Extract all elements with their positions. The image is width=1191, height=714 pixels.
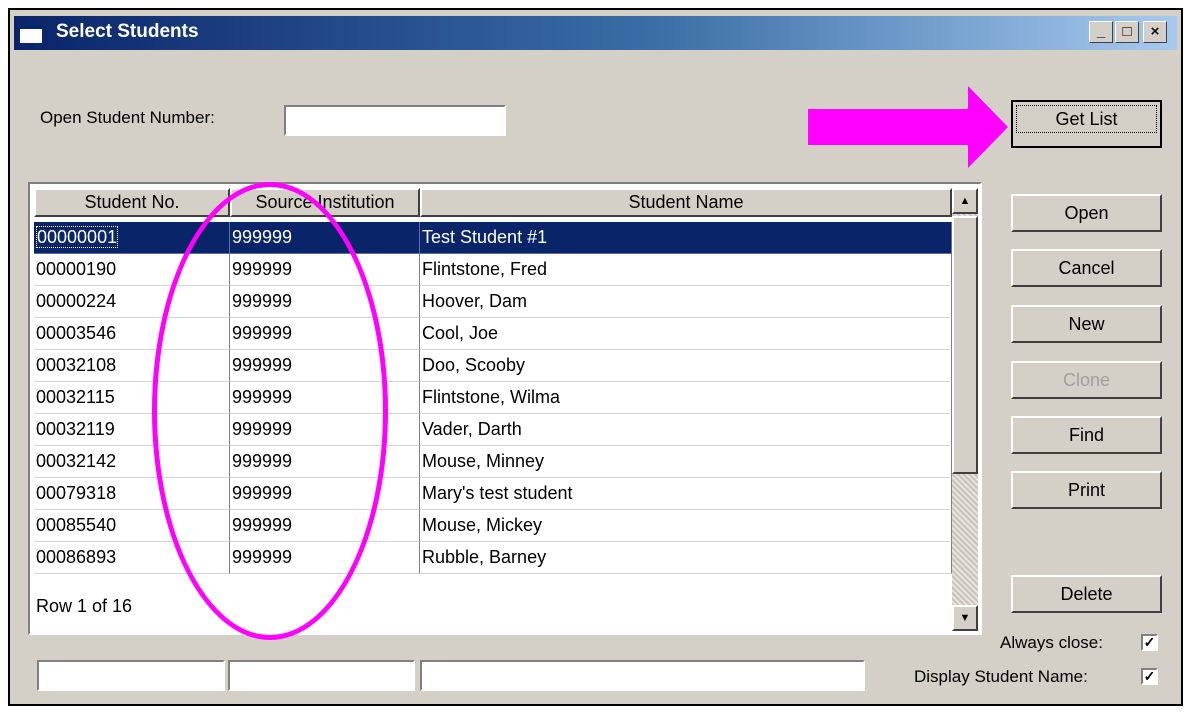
filter-student-no-input[interactable]	[37, 660, 225, 691]
student-name-cell: Flintstone, Wilma	[420, 382, 952, 414]
student-name-cell: Rubble, Barney	[420, 542, 952, 574]
new-button[interactable]: New	[1011, 305, 1162, 343]
display-student-name-checkbox[interactable]: ✓	[1141, 668, 1158, 685]
clone-button[interactable]: Clone	[1011, 361, 1162, 399]
cancel-button[interactable]: Cancel	[1011, 249, 1162, 287]
table-row[interactable]: 00000001 999999 Test Student #1	[34, 222, 952, 254]
student-name-cell: Flintstone, Fred	[420, 254, 952, 286]
open-student-number-input[interactable]	[284, 105, 506, 136]
student-name-cell: Mouse, Minney	[420, 446, 952, 478]
minimize-button[interactable]: _	[1089, 21, 1113, 43]
get-list-button[interactable]: Get List	[1011, 100, 1162, 148]
window-title: Select Students	[56, 21, 199, 42]
scroll-down-button[interactable]: ▼	[952, 605, 978, 631]
student-name-cell: Test Student #1	[420, 222, 952, 254]
column-header-student-no[interactable]: Student No.	[34, 188, 230, 217]
up-arrow-icon: ▲	[959, 195, 971, 207]
student-name-cell: Mary's test student	[420, 478, 952, 510]
checkmark-icon: ✓	[1143, 668, 1156, 684]
highlight-arrow	[808, 86, 1008, 168]
open-button[interactable]: Open	[1011, 194, 1162, 232]
display-student-name-label: Display Student Name:	[914, 667, 1088, 686]
student-name-cell: Hoover, Dam	[420, 286, 952, 318]
always-close-label: Always close:	[1000, 633, 1103, 652]
find-button[interactable]: Find	[1011, 416, 1162, 454]
filter-source-institution-input[interactable]	[228, 660, 415, 691]
checkmark-icon: ✓	[1143, 634, 1156, 650]
title-bar[interactable]: Select Students _ □ ×	[14, 16, 1177, 50]
student-name-cell: Vader, Darth	[420, 414, 952, 446]
scroll-up-button[interactable]: ▲	[952, 188, 978, 214]
table-row[interactable]: 00086893 999999 Rubble, Barney	[34, 542, 952, 574]
always-close-checkbox[interactable]: ✓	[1141, 634, 1158, 651]
maximize-button[interactable]: □	[1115, 21, 1139, 43]
open-student-number-label: Open Student Number:	[40, 108, 215, 127]
column-header-student-name[interactable]: Student Name	[420, 188, 952, 217]
highlight-oval	[152, 182, 388, 640]
window-icon	[20, 25, 42, 43]
student-name-cell: Doo, Scooby	[420, 350, 952, 382]
delete-button[interactable]: Delete	[1011, 575, 1162, 613]
scroll-thumb[interactable]	[952, 216, 978, 474]
print-button[interactable]: Print	[1011, 471, 1162, 509]
close-button[interactable]: ×	[1143, 21, 1167, 43]
student-name-cell: Cool, Joe	[420, 318, 952, 350]
filter-student-name-input[interactable]	[420, 660, 865, 691]
arrow-shape	[808, 86, 1008, 168]
row-status: Row 1 of 16	[36, 596, 133, 616]
down-arrow-icon: ▼	[959, 612, 971, 624]
vertical-scrollbar[interactable]: ▲ ▼	[952, 188, 978, 631]
student-name-cell: Mouse, Mickey	[420, 510, 952, 542]
